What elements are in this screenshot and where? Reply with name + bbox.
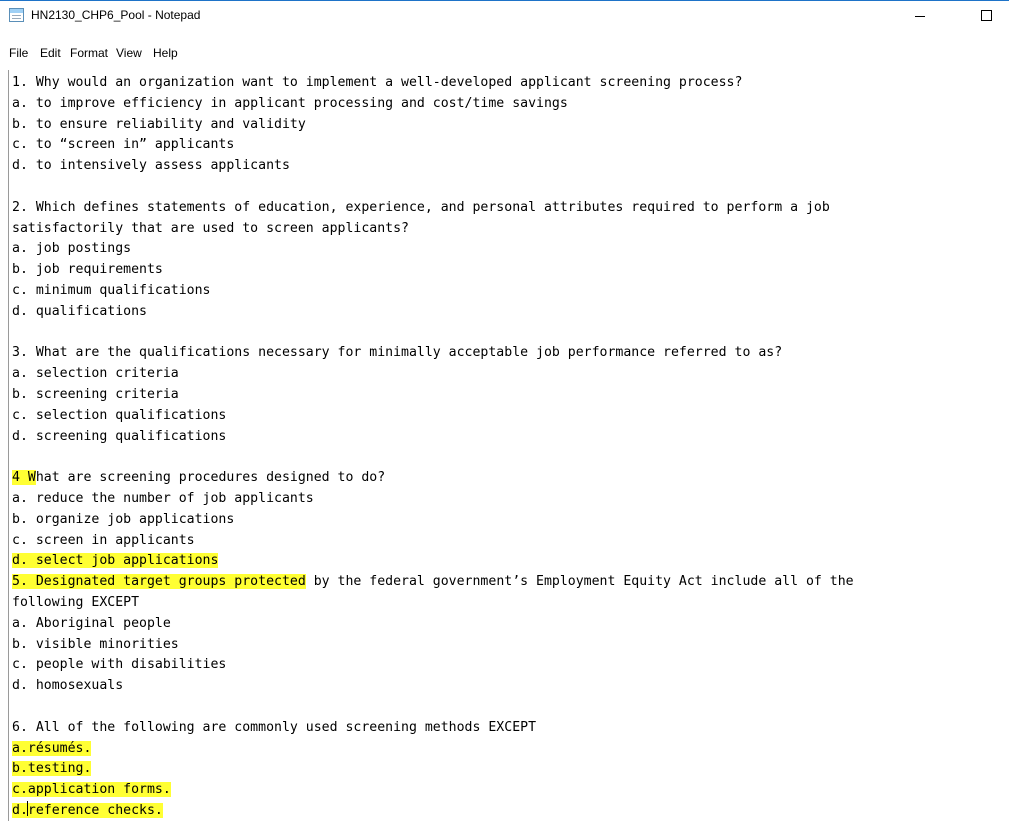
line-text: b. visible minorities	[12, 636, 179, 652]
highlighted-text: a.résumés.	[12, 740, 92, 756]
line-text: d. to intensively assess applicants	[12, 158, 290, 174]
text-line: a. Aboriginal people	[12, 614, 171, 635]
text-line: 2. Which defines statements of education…	[12, 198, 830, 219]
line-text: 1. Why would an organization want to imp…	[12, 75, 743, 90]
line-text: c. minimum qualifications	[12, 283, 211, 298]
menu-help[interactable]: Help	[153, 46, 178, 60]
minimize-button[interactable]	[897, 1, 943, 30]
highlighted-text: b.testing.	[12, 761, 92, 777]
text-line: d. to intensively assess applicants	[12, 156, 290, 177]
menu-format[interactable]: Format	[70, 46, 108, 60]
line-text: 6. All of the following are commonly use…	[12, 719, 537, 735]
line-text: satisfactorily that are used to screen a…	[12, 220, 409, 236]
line-text: hat are screening procedures designed to…	[35, 470, 386, 486]
text-line: a. job postings	[12, 239, 131, 260]
minimize-icon	[915, 16, 925, 17]
text-editor[interactable]: 1. Why would an organization want to imp…	[8, 70, 1009, 821]
text-line: 6. All of the following are commonly use…	[12, 718, 536, 739]
line-text: d. screening qualifications	[12, 428, 227, 444]
line-text: d. homosexuals	[12, 678, 124, 694]
text-line: satisfactorily that are used to screen a…	[12, 219, 409, 240]
line-text: c. to “screen in” applicants	[12, 137, 235, 153]
line-text: 3. What are the qualifications necessary…	[12, 345, 783, 361]
line-text: a. to improve efficiency in applicant pr…	[12, 95, 568, 111]
text-line: 4 What are screening procedures designed…	[12, 468, 385, 489]
text-line: c. screen in applicants	[12, 531, 195, 552]
text-line: a. to improve efficiency in applicant pr…	[12, 94, 568, 115]
line-text: a. Aboriginal people	[12, 615, 171, 631]
text-line: d. qualifications	[12, 302, 147, 323]
line-text: a. selection criteria	[12, 366, 179, 382]
title-bar[interactable]: HN2130_CHP6_Pool - Notepad	[0, 0, 1009, 30]
text-line: d. homosexuals	[12, 676, 123, 697]
line-text: 2. Which defines statements of education…	[12, 199, 830, 215]
text-line: b.testing.	[12, 759, 92, 780]
menu-edit[interactable]: Edit	[40, 46, 61, 60]
text-line: c.application forms.	[12, 780, 171, 801]
text-line: a. reduce the number of job applicants	[12, 489, 314, 510]
line-text: a. reduce the number of job applicants	[12, 491, 314, 506]
text-line: d. screening qualifications	[12, 427, 226, 448]
text-line: c. people with disabilities	[12, 655, 226, 676]
line-text: c. screen in applicants	[12, 532, 195, 548]
highlighted-text: 5. Designated target groups protected	[12, 574, 306, 590]
menu-bar: File Edit Format View Help	[0, 46, 1009, 64]
text-line: b. screening criteria	[12, 385, 179, 406]
text-line: d. select job applications	[12, 551, 219, 572]
line-text: b. screening criteria	[12, 387, 179, 402]
text-line: c. to “screen in” applicants	[12, 135, 234, 156]
text-line: d.reference checks.	[12, 801, 163, 822]
text-line: c. selection qualifications	[12, 406, 226, 427]
text-line: b. organize job applications	[12, 510, 234, 531]
menu-file[interactable]: File	[9, 46, 28, 60]
menu-view[interactable]: View	[116, 46, 142, 60]
text-line: b. visible minorities	[12, 635, 179, 656]
text-line: 5. Designated target groups protected by…	[12, 572, 854, 593]
highlighted-text: d. select job applications	[12, 553, 219, 569]
line-text: b. job requirements	[12, 262, 163, 278]
highlighted-text: 4 W	[12, 470, 36, 486]
line-text: by the federal government’s Employment E…	[305, 574, 854, 590]
window-title: HN2130_CHP6_Pool - Notepad	[31, 8, 201, 22]
text-line: following EXCEPT	[12, 593, 139, 614]
notepad-icon	[9, 8, 24, 22]
text-line: c. minimum qualifications	[12, 281, 211, 302]
line-text: c. selection qualifications	[12, 407, 227, 423]
highlighted-text: d.	[12, 803, 28, 818]
maximize-button[interactable]	[963, 1, 1009, 30]
line-text: following EXCEPT	[12, 595, 140, 610]
line-text: b. to ensure reliability and validity	[12, 116, 306, 132]
line-text: d. qualifications	[12, 303, 147, 319]
text-line: a. selection criteria	[12, 364, 179, 385]
text-line: 3. What are the qualifications necessary…	[12, 343, 782, 364]
text-line: a.résumés.	[12, 739, 92, 760]
highlighted-text: c.application forms.	[12, 782, 171, 798]
highlighted-text: reference checks.	[27, 803, 163, 818]
maximize-icon	[980, 10, 992, 21]
line-text: b. organize job applications	[12, 511, 235, 527]
text-line: b. job requirements	[12, 260, 163, 281]
text-line: 1. Why would an organization want to imp…	[12, 73, 742, 94]
text-line: b. to ensure reliability and validity	[12, 115, 306, 136]
line-text: c. people with disabilities	[12, 657, 227, 673]
line-text: a. job postings	[12, 241, 132, 257]
